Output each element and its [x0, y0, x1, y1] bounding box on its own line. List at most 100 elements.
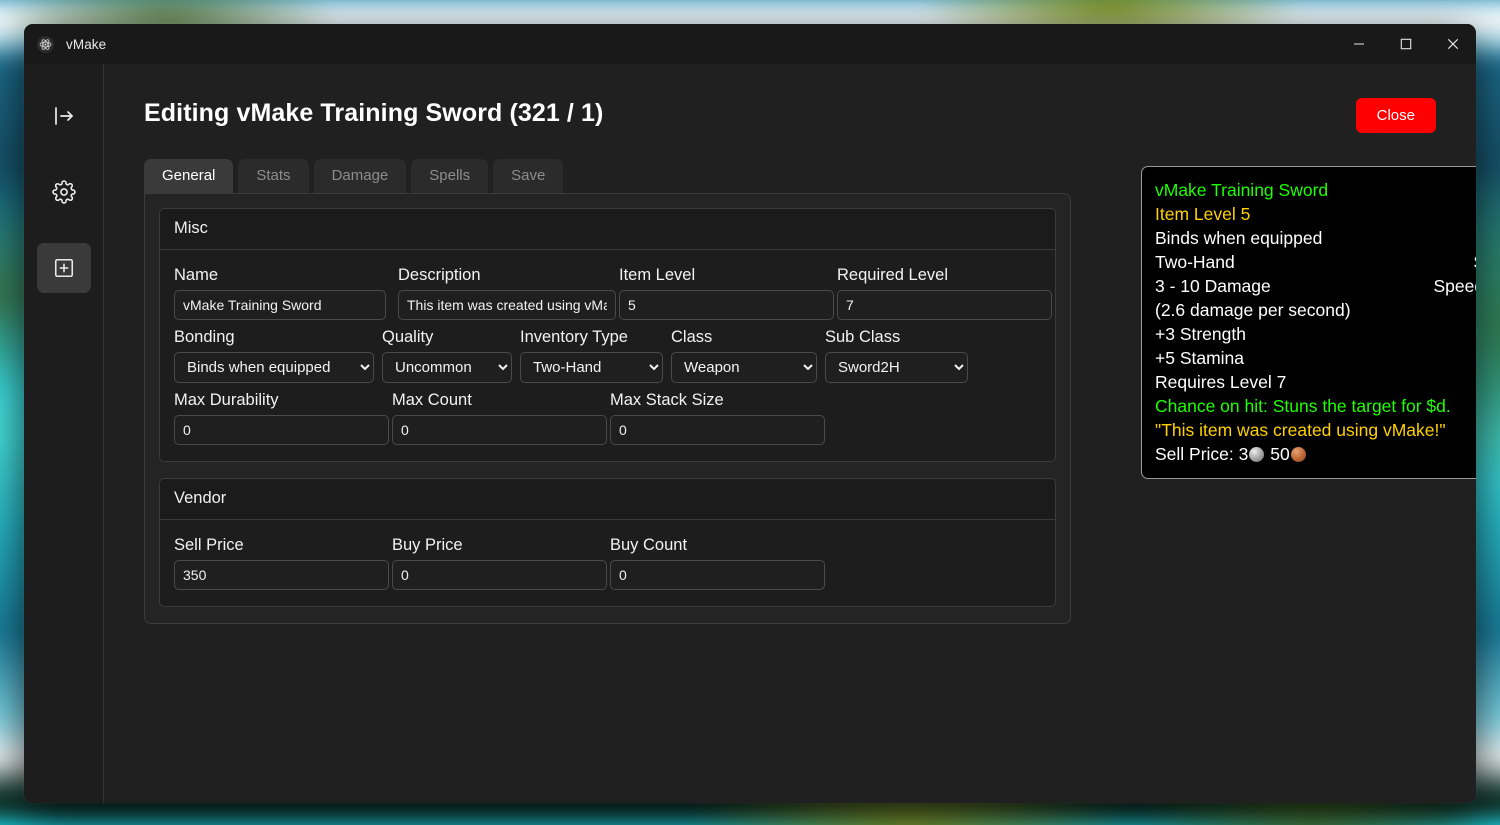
misc-group-title: Misc	[160, 209, 1055, 251]
tooltip-requires-level: Requires Level 7	[1155, 372, 1287, 392]
misc-group-body: Name Description Item Level	[160, 250, 1055, 461]
tooltip-dps: (2.6 damage per second)	[1155, 300, 1351, 320]
name-input[interactable]	[174, 290, 386, 321]
maximize-icon[interactable]	[1382, 24, 1429, 64]
item-level-label: Item Level	[619, 266, 696, 285]
description-input[interactable]	[398, 290, 616, 321]
field-sub-class: Sub Class Sword2H	[825, 328, 968, 384]
close-button[interactable]: Close	[1355, 98, 1436, 133]
tooltip-flavor-text: "This item was created using vMake!"	[1155, 420, 1446, 440]
tooltip-slot: Two-Hand	[1155, 252, 1235, 272]
sell-price-input[interactable]	[174, 560, 389, 591]
general-tab-panel: Misc Name Description	[144, 193, 1071, 625]
vendor-row-1: Sell Price Buy Price Buy Count	[174, 528, 1041, 591]
tab-save[interactable]: Save	[493, 159, 564, 194]
field-sell-price: Sell Price	[174, 536, 389, 591]
tooltip-damage-row: 3 - 10 Damage Speed 2.50	[1155, 274, 1476, 298]
content-area: Editing vMake Training Sword (321 / 1) C…	[104, 64, 1476, 803]
field-inventory-type: Inventory Type Two-Hand	[520, 328, 663, 384]
sell-price-label: Sell Price	[174, 536, 244, 555]
tooltip-item-level: Item Level 5	[1155, 204, 1251, 224]
atom-icon	[37, 35, 54, 53]
vendor-group-title: Vendor	[160, 479, 1055, 521]
field-buy-price: Buy Price	[392, 536, 607, 591]
max-stack-size-label: Max Stack Size	[610, 391, 724, 410]
buy-price-label: Buy Price	[392, 536, 463, 555]
class-select[interactable]: Weapon	[671, 352, 817, 384]
plus-box-icon[interactable]	[36, 243, 91, 293]
buy-price-input[interactable]	[392, 560, 607, 591]
buy-count-label: Buy Count	[610, 536, 688, 555]
required-level-label: Required Level	[837, 266, 948, 285]
vendor-group-body: Sell Price Buy Price Buy Count	[160, 520, 1055, 606]
tooltip-weapon-type: Sword	[1473, 250, 1476, 274]
tooltip-sell-silver-value: 3	[1238, 444, 1249, 464]
max-stack-size-input[interactable]	[610, 415, 825, 446]
field-item-level: Item Level	[619, 266, 834, 321]
tab-general[interactable]: General	[144, 159, 234, 194]
field-quality: Quality Uncommon	[382, 328, 512, 384]
max-durability-input[interactable]	[174, 415, 389, 446]
field-description: Description	[398, 266, 616, 321]
tooltip-speed: Speed 2.50	[1433, 276, 1476, 296]
max-durability-label: Max Durability	[174, 391, 279, 410]
close-icon[interactable]	[1429, 24, 1476, 64]
tooltip-sell-price-label: Sell Price:	[1155, 444, 1234, 464]
tooltip-sell-copper-value: 50	[1270, 444, 1290, 464]
minimize-icon[interactable]	[1335, 24, 1382, 64]
misc-row-3: Max Durability Max Count Max Stack Size	[174, 383, 1041, 446]
tab-stats[interactable]: Stats	[238, 159, 309, 194]
bonding-label: Bonding	[174, 328, 235, 347]
left-rail	[24, 64, 104, 803]
field-max-stack-size: Max Stack Size	[610, 391, 825, 446]
description-label: Description	[398, 266, 481, 285]
tooltip-stat-stamina: +5 Stamina	[1155, 348, 1245, 368]
window-body: Editing vMake Training Sword (321 / 1) C…	[24, 64, 1476, 803]
quality-label: Quality	[382, 328, 434, 347]
sub-class-label: Sub Class	[825, 328, 901, 347]
tooltip-sell-price: Sell Price: 3 50	[1155, 442, 1476, 466]
tooltip-damage: 3 - 10 Damage	[1155, 276, 1271, 296]
inventory-type-label: Inventory Type	[520, 328, 628, 347]
copper-coin-icon	[1290, 447, 1306, 462]
max-count-label: Max Count	[392, 391, 472, 410]
tooltip-slot-row: Two-Hand Sword	[1155, 250, 1476, 274]
panel-expand-icon[interactable]	[37, 91, 91, 141]
app-title: vMake	[66, 36, 107, 52]
tooltip-binding: Binds when equipped	[1155, 228, 1323, 248]
bonding-select[interactable]: Binds when equipped	[174, 352, 374, 384]
window-controls	[1335, 24, 1476, 64]
class-label: Class	[671, 328, 713, 347]
field-bonding: Bonding Binds when equipped	[174, 328, 374, 384]
misc-group: Misc Name Description	[159, 208, 1056, 463]
field-class: Class Weapon	[671, 328, 817, 384]
silver-coin-icon	[1249, 447, 1265, 462]
tab-damage[interactable]: Damage	[313, 159, 407, 194]
max-count-input[interactable]	[392, 415, 607, 446]
tab-spells[interactable]: Spells	[411, 159, 489, 194]
item-level-input[interactable]	[619, 290, 834, 321]
misc-row-2: Bonding Binds when equipped Quality Unco…	[174, 320, 1041, 384]
window-titlebar[interactable]: vMake	[24, 24, 1476, 64]
field-max-durability: Max Durability	[174, 391, 389, 446]
field-name: Name	[174, 266, 386, 321]
name-label: Name	[174, 266, 219, 285]
field-buy-count: Buy Count	[610, 536, 825, 591]
tooltip-on-hit-effect: Chance on hit: Stuns the target for $d.	[1155, 396, 1451, 416]
item-tooltip-preview: vMake Training Sword Item Level 5 Binds …	[1141, 166, 1476, 479]
gear-icon[interactable]	[37, 167, 91, 217]
quality-select[interactable]: Uncommon	[382, 352, 512, 384]
header-row: Editing vMake Training Sword (321 / 1) C…	[144, 98, 1436, 133]
inventory-type-select[interactable]: Two-Hand	[520, 352, 663, 384]
page-title: Editing vMake Training Sword (321 / 1)	[144, 99, 604, 127]
tooltip-stat-strength: +3 Strength	[1155, 324, 1246, 344]
buy-count-input[interactable]	[610, 560, 825, 591]
desktop: vMake Editing vMake Training Sword (321 …	[0, 0, 1500, 825]
vendor-group: Vendor Sell Price Buy Price	[159, 478, 1056, 608]
sub-class-select[interactable]: Sword2H	[825, 352, 968, 384]
vmake-window: vMake Editing vMake Training Sword (321 …	[24, 24, 1476, 803]
tooltip-item-name: vMake Training Sword	[1155, 180, 1329, 200]
field-max-count: Max Count	[392, 391, 607, 446]
field-required-level: Required Level	[837, 266, 1052, 321]
required-level-input[interactable]	[837, 290, 1052, 321]
